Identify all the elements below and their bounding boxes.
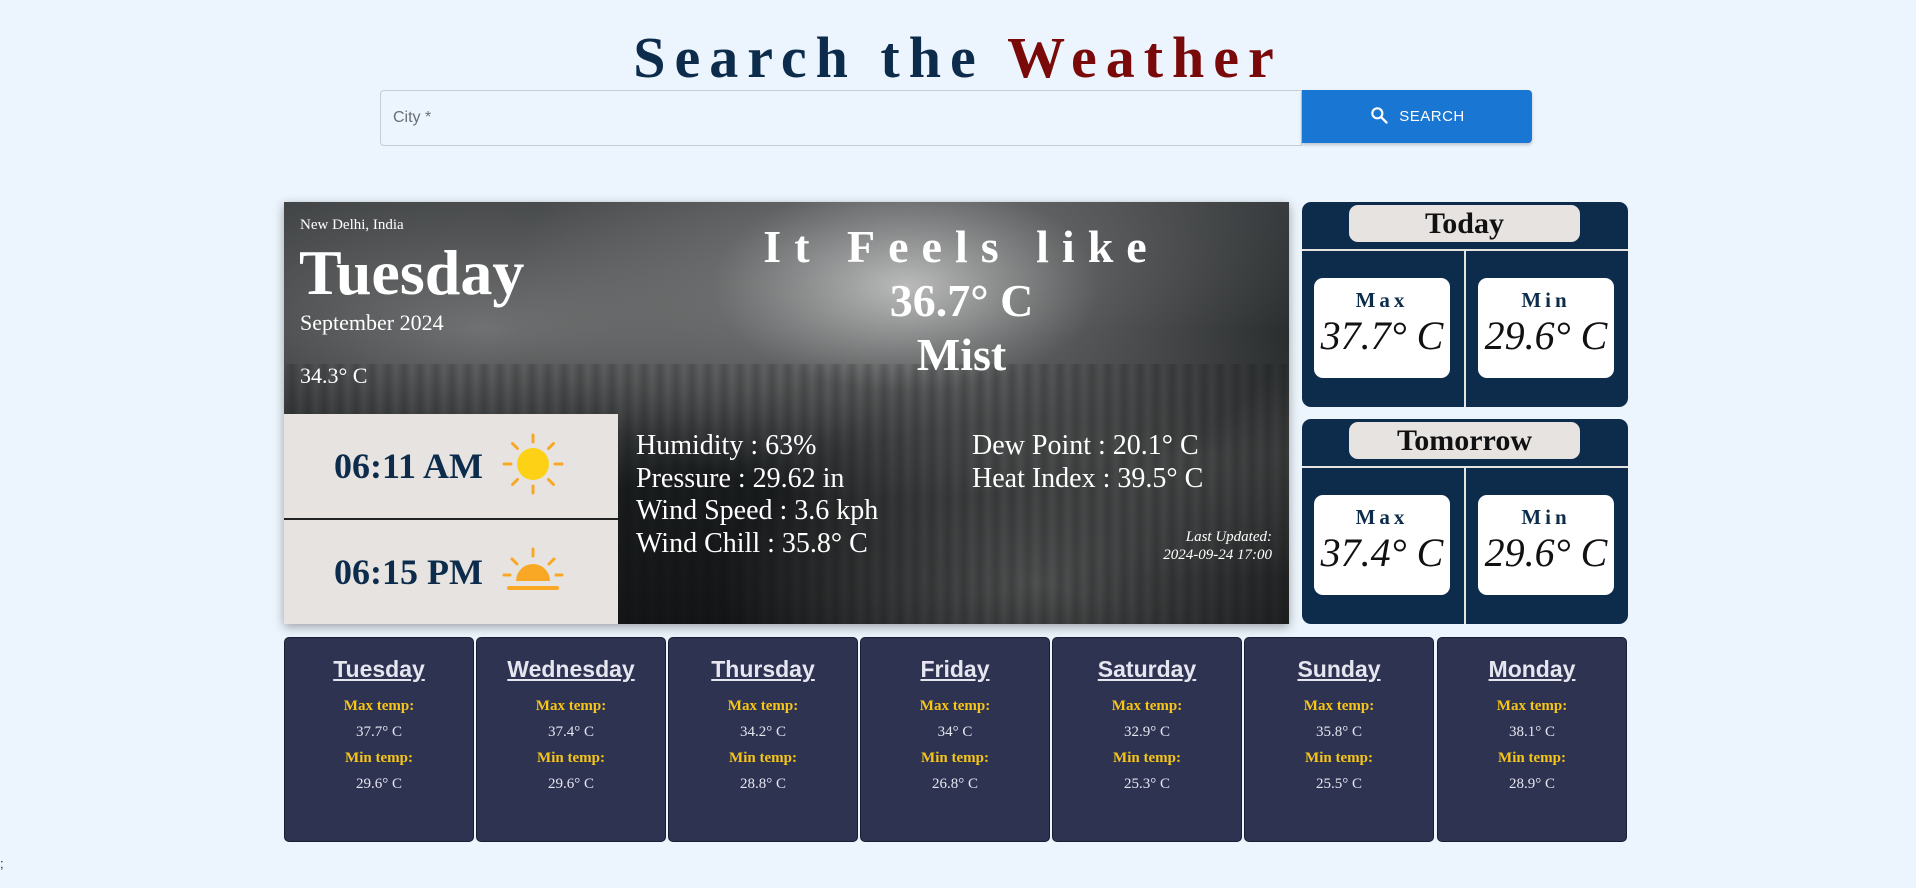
sunset-time: 06:15 PM xyxy=(334,552,483,592)
corner-text: ; xyxy=(0,856,4,871)
forecast-min-value: 28.9° C xyxy=(1508,776,1555,792)
pressure-value: Pressure : 29.62 in xyxy=(636,462,845,494)
forecast-max-label: Max temp: xyxy=(1496,698,1568,714)
title-accent-text: Weather xyxy=(1007,25,1283,90)
today-min-box: Min 29.6° C xyxy=(1478,278,1614,378)
panel-divider xyxy=(1464,251,1466,407)
sun-icon xyxy=(502,433,564,499)
forecast-min-label: Min temp: xyxy=(1113,750,1181,766)
last-updated: Last Updated: 2024-09-24 17:00 xyxy=(1163,528,1272,564)
forecast-max-value: 37.4° C xyxy=(547,724,594,740)
forecast-card: Thursday Max temp: 34.2° C Min temp: 28.… xyxy=(668,637,858,842)
last-updated-value: 2024-09-24 17:00 xyxy=(1163,547,1272,563)
forecast-max-label: Max temp: xyxy=(343,698,415,714)
forecast-max-value: 37.7° C xyxy=(355,724,402,740)
forecast-min-label: Min temp: xyxy=(537,750,605,766)
sunset-box: 06:15 PM xyxy=(284,520,618,624)
forecast-day: Saturday xyxy=(1097,656,1197,682)
today-title: Today xyxy=(1349,205,1580,242)
tomorrow-min-box: Min 29.6° C xyxy=(1478,495,1614,595)
feels-like-label: It Feels like xyxy=(763,221,1160,272)
forecast-day: Tuesday xyxy=(333,656,425,682)
tomorrow-panel: Tomorrow Max 37.4° C Min 29.6° C xyxy=(1302,419,1628,624)
tomorrow-max-box: Max 37.4° C xyxy=(1314,495,1450,595)
weather-condition: Mist xyxy=(916,329,1007,380)
wind-chill-value: Wind Chill : 35.8° C xyxy=(636,527,868,559)
title-text: Search the xyxy=(633,25,985,90)
current-day: Tuesday xyxy=(299,237,525,308)
city-search-input[interactable] xyxy=(380,90,1302,146)
today-max-box: Max 37.7° C xyxy=(1314,278,1450,378)
weather-details-left: Humidity : 63% Pressure : 29.62 in Wind … xyxy=(636,430,878,560)
forecast-min-value: 26.8° C xyxy=(931,776,978,792)
forecast-min-label: Min temp: xyxy=(1305,750,1373,766)
location-label: New Delhi, India xyxy=(300,217,404,233)
forecast-card: Wednesday Max temp: 37.4° C Min temp: 29… xyxy=(476,637,666,842)
forecast-min-value: 25.5° C xyxy=(1315,776,1362,792)
forecast-day: Thursday xyxy=(711,656,815,682)
humidity-value: Humidity : 63% xyxy=(636,430,817,461)
current-temperature: 34.3° C xyxy=(300,363,368,388)
panel-divider xyxy=(1464,468,1466,624)
forecast-card: Sunday Max temp: 35.8° C Min temp: 25.5°… xyxy=(1244,637,1434,842)
forecast-min-value: 29.6° C xyxy=(547,776,594,792)
forecast-min-label: Min temp: xyxy=(345,750,413,766)
tomorrow-max-value: 37.4° C xyxy=(1320,530,1444,575)
search-button-label: SEARCH xyxy=(1399,108,1465,125)
forecast-max-label: Max temp: xyxy=(1111,698,1183,714)
last-updated-label: Last Updated: xyxy=(1185,529,1272,545)
current-month-year: September 2024 xyxy=(300,310,444,335)
forecast-min-value: 29.6° C xyxy=(355,776,402,792)
forecast-max-label: Max temp: xyxy=(535,698,607,714)
dew-point-value: Dew Point : 20.1° C xyxy=(972,430,1199,461)
forecast-max-value: 32.9° C xyxy=(1123,724,1170,740)
max-label: Max xyxy=(1355,288,1409,312)
forecast-max-value: 35.8° C xyxy=(1315,724,1362,740)
forecast-min-label: Min temp: xyxy=(729,750,797,766)
forecast-min-label: Min temp: xyxy=(1498,750,1566,766)
tomorrow-title: Tomorrow xyxy=(1349,422,1580,459)
max-label: Max xyxy=(1355,505,1409,529)
forecast-min-value: 28.8° C xyxy=(739,776,786,792)
page-title: Search the Weather xyxy=(0,22,1916,94)
tomorrow-min-value: 29.6° C xyxy=(1484,530,1608,575)
sunrise-box: 06:11 AM xyxy=(284,414,618,518)
min-label: Min xyxy=(1521,505,1571,529)
wind-speed-value: Wind Speed : 3.6 kph xyxy=(636,495,879,526)
heat-index-value: Heat Index : 39.5° C xyxy=(972,462,1204,494)
forecast-card: Saturday Max temp: 32.9° C Min temp: 25.… xyxy=(1052,637,1242,842)
forecast-max-value: 34.2° C xyxy=(739,724,786,740)
search-icon xyxy=(1369,105,1389,129)
forecast-min-label: Min temp: xyxy=(921,750,989,766)
forecast-max-label: Max temp: xyxy=(919,698,991,714)
forecast-max-value: 34° C xyxy=(937,724,973,740)
forecast-day: Friday xyxy=(920,656,990,682)
search-button[interactable]: SEARCH xyxy=(1302,90,1532,143)
sunset-icon xyxy=(502,545,564,599)
forecast-max-label: Max temp: xyxy=(727,698,799,714)
forecast-max-value: 38.1° C xyxy=(1508,724,1555,740)
weather-details-right: Dew Point : 20.1° C Heat Index : 39.5° C xyxy=(972,430,1203,495)
today-min-value: 29.6° C xyxy=(1484,313,1608,358)
forecast-card: Friday Max temp: 34° C Min temp: 26.8° C xyxy=(860,637,1050,842)
today-panel: Today Max 37.7° C Min 29.6° C xyxy=(1302,202,1628,407)
forecast-max-label: Max temp: xyxy=(1303,698,1375,714)
current-weather-card: New Delhi, India Tuesday September 2024 … xyxy=(284,202,1289,624)
sunrise-time: 06:11 AM xyxy=(334,446,483,486)
forecast-min-value: 25.3° C xyxy=(1123,776,1170,792)
forecast-day: Wednesday xyxy=(507,656,635,682)
min-label: Min xyxy=(1521,288,1571,312)
feels-like-value: 36.7° C xyxy=(889,275,1034,326)
forecast-card: Monday Max temp: 38.1° C Min temp: 28.9°… xyxy=(1437,637,1627,842)
forecast-card: Tuesday Max temp: 37.7° C Min temp: 29.6… xyxy=(284,637,474,842)
forecast-day: Monday xyxy=(1488,656,1576,682)
forecast-day: Sunday xyxy=(1297,656,1381,682)
today-max-value: 37.7° C xyxy=(1320,313,1444,358)
